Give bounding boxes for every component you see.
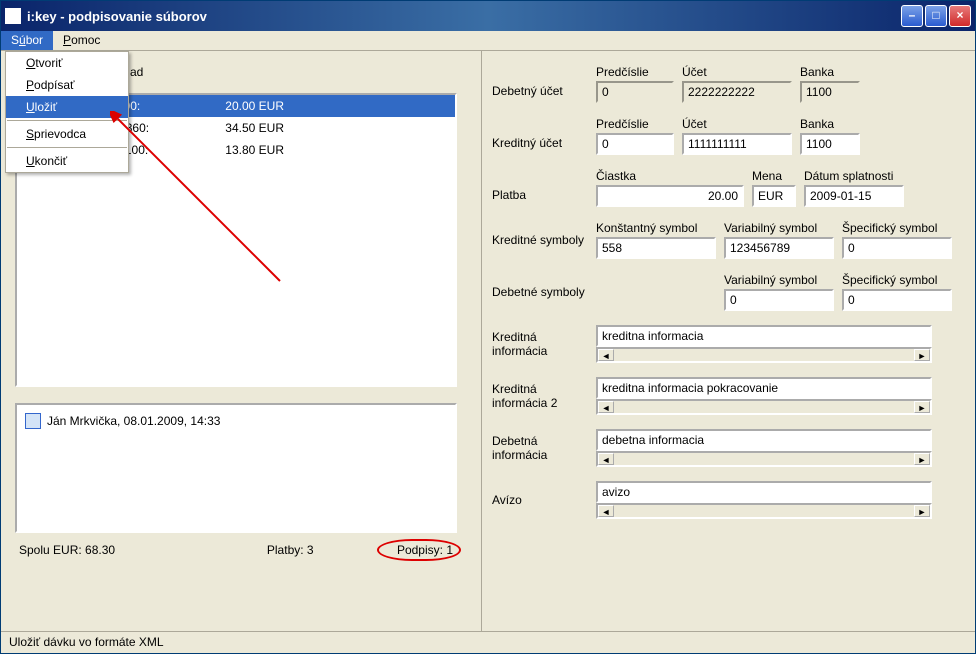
signatures-box: Ján Mrkvička, 08.01.2009, 14:33 xyxy=(15,403,457,533)
content-area: ad 1. 1111111111/1100: 20.00 EUR 2. 8888… xyxy=(1,51,975,631)
debet-ucet: 2222222222 xyxy=(682,81,792,103)
row-kreditna-info: Kreditná informácia ◄► xyxy=(492,325,957,363)
label-debetne-symboly: Debetné symboly xyxy=(492,285,588,299)
row-avizo: Avízo ◄► xyxy=(492,481,957,519)
datum-input[interactable] xyxy=(804,185,904,207)
menu-item-otvorit[interactable]: Otvoriť xyxy=(6,52,128,74)
row-kreditny-ucet: Kreditný účet Predčíslie Účet Banka xyxy=(492,117,957,155)
row-kreditna-info2: Kreditná informácia 2 ◄► xyxy=(492,377,957,415)
statusbar: Uložiť dávku vo formáte XML xyxy=(1,631,975,653)
scrollbar[interactable]: ◄► xyxy=(596,451,932,467)
menu-subor[interactable]: Súbor xyxy=(1,31,53,50)
signature-icon xyxy=(25,413,41,429)
kredit-konst-input[interactable] xyxy=(596,237,716,259)
label-kreditna-info: Kreditná informácia xyxy=(492,330,588,358)
row-debetne-symboly: Debetné symboly Variabilný symbol Špecif… xyxy=(492,273,957,311)
scroll-left-icon[interactable]: ◄ xyxy=(598,401,614,413)
row-kreditne-symboly: Kreditné symboly Konštantný symbol Varia… xyxy=(492,221,957,259)
close-button[interactable]: × xyxy=(949,5,971,27)
window-title: i:key - podpisovanie súborov xyxy=(27,9,901,24)
scroll-left-icon[interactable]: ◄ xyxy=(598,453,614,465)
signature-text: Ján Mrkvička, 08.01.2009, 14:33 xyxy=(47,414,220,428)
label-platba: Platba xyxy=(492,174,588,202)
separator xyxy=(7,147,127,148)
label-kreditny-ucet: Kreditný účet xyxy=(492,122,588,150)
signatures-count: Podpisy: 1 xyxy=(345,543,454,557)
maximize-button[interactable]: □ xyxy=(925,5,947,27)
label-avizo: Avízo xyxy=(492,493,588,507)
debet-varia-input[interactable] xyxy=(724,289,834,311)
scroll-right-icon[interactable]: ► xyxy=(914,505,930,517)
kredit-spec-input[interactable] xyxy=(842,237,952,259)
scroll-right-icon[interactable]: ► xyxy=(914,453,930,465)
mena-input[interactable] xyxy=(752,185,796,207)
label-debetny-ucet: Debetný účet xyxy=(492,70,588,98)
annotation-circle xyxy=(377,539,461,561)
scrollbar[interactable]: ◄► xyxy=(596,399,932,415)
subor-dropdown: Otvoriť Podpísať Uložiť Sprievodca Ukonč… xyxy=(5,51,129,173)
kreditna-info2-input[interactable] xyxy=(596,377,932,399)
payments-count: Platby: 3 xyxy=(236,543,345,557)
ciastka-input[interactable] xyxy=(596,185,744,207)
menu-item-sprievodca[interactable]: Sprievodca xyxy=(6,123,128,145)
row-platba: Platba Čiastka Mena Dátum splatnosti xyxy=(492,169,957,207)
kredit-varia-input[interactable] xyxy=(724,237,834,259)
menu-pomoc[interactable]: Pomoc xyxy=(53,31,110,50)
titlebar: i:key - podpisovanie súborov – □ × xyxy=(1,1,975,31)
signature-line: Ján Mrkvička, 08.01.2009, 14:33 xyxy=(25,413,447,429)
menu-item-ulozit[interactable]: Uložiť xyxy=(6,96,128,118)
avizo-input[interactable] xyxy=(596,481,932,503)
summary-row: Spolu EUR: 68.30 Platby: 3 Podpisy: 1 xyxy=(15,543,457,557)
debetna-info-input[interactable] xyxy=(596,429,932,451)
scrollbar[interactable]: ◄► xyxy=(596,503,932,519)
label-kreditna-info2: Kreditná informácia 2 xyxy=(492,382,588,410)
scroll-right-icon[interactable]: ► xyxy=(914,349,930,361)
window-controls: – □ × xyxy=(901,5,971,27)
app-window: i:key - podpisovanie súborov – □ × Súbor… xyxy=(0,0,976,654)
statusbar-text: Uložiť dávku vo formáte XML xyxy=(9,635,164,649)
app-icon xyxy=(5,8,21,24)
kredit-ucet-input[interactable] xyxy=(682,133,792,155)
scroll-left-icon[interactable]: ◄ xyxy=(598,349,614,361)
row-debetna-info: Debetná informácia ◄► xyxy=(492,429,957,467)
menu-item-podpisat[interactable]: Podpísať xyxy=(6,74,128,96)
kredit-predcislie-input[interactable] xyxy=(596,133,674,155)
label-kreditne-symboly: Kreditné symboly xyxy=(492,233,588,247)
scroll-right-icon[interactable]: ► xyxy=(914,401,930,413)
total-eur: Spolu EUR: 68.30 xyxy=(19,543,236,557)
row-debetny-ucet: Debetný účet Predčíslie0 Účet2222222222 … xyxy=(492,65,957,103)
menubar: Súbor Pomoc xyxy=(1,31,975,51)
menu-item-ukoncit[interactable]: Ukončiť xyxy=(6,150,128,172)
debet-banka: 1100 xyxy=(800,81,860,103)
kreditna-info-input[interactable] xyxy=(596,325,932,347)
label-debetna-info: Debetná informácia xyxy=(492,434,588,462)
right-panel: Debetný účet Predčíslie0 Účet2222222222 … xyxy=(481,51,975,631)
separator xyxy=(7,120,127,121)
minimize-button[interactable]: – xyxy=(901,5,923,27)
debet-predcislie: 0 xyxy=(596,81,674,103)
scroll-left-icon[interactable]: ◄ xyxy=(598,505,614,517)
scrollbar[interactable]: ◄► xyxy=(596,347,932,363)
kredit-banka-input[interactable] xyxy=(800,133,860,155)
debet-spec-input[interactable] xyxy=(842,289,952,311)
